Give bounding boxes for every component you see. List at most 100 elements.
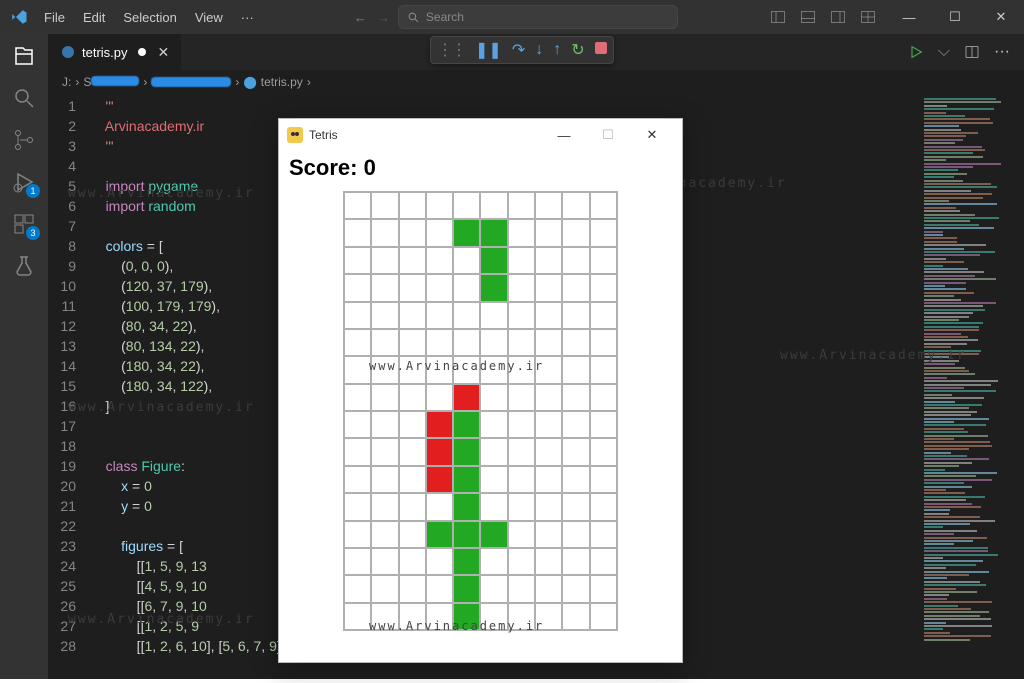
tetris-cell (453, 219, 480, 246)
command-search[interactable]: Search (398, 5, 678, 29)
breadcrumb-redacted (151, 77, 231, 87)
tetris-cell (344, 411, 371, 438)
tetris-app-icon (287, 127, 303, 143)
tetris-cell (344, 302, 371, 329)
explorer-icon[interactable] (10, 42, 38, 70)
tetris-cell (453, 548, 480, 575)
debug-step-over-icon[interactable]: ↷ (512, 40, 525, 60)
tetris-minimize[interactable]: — (542, 121, 586, 149)
window-close[interactable]: ✕ (978, 0, 1024, 34)
menu-selection[interactable]: Selection (115, 6, 184, 29)
tetris-cell (371, 466, 398, 493)
tetris-cell (508, 575, 535, 602)
tetris-cell (590, 274, 617, 301)
extensions-icon[interactable]: 3 (10, 210, 38, 238)
run-dropdown-icon[interactable]: ⌵ (938, 43, 950, 61)
breadcrumb-file: tetris.py (261, 75, 303, 89)
tetris-cell (371, 603, 398, 630)
search-icon-side[interactable] (10, 84, 38, 112)
testing-icon[interactable] (10, 252, 38, 280)
debug-drag-icon[interactable]: ⋮⋮ (437, 40, 465, 60)
tetris-cell (371, 247, 398, 274)
tetris-cell (508, 521, 535, 548)
tetris-cell (535, 411, 562, 438)
tetris-cell (562, 575, 589, 602)
layout-right-icon[interactable] (830, 9, 846, 25)
tetris-cell (453, 575, 480, 602)
tetris-cell (590, 575, 617, 602)
debug-toolbar[interactable]: ⋮⋮ ❚❚ ↷ ↓ ↑ ↻ (430, 36, 614, 64)
source-control-icon[interactable] (10, 126, 38, 154)
tetris-cell (344, 219, 371, 246)
nav-back-icon[interactable]: ← (354, 10, 367, 25)
search-placeholder: Search (426, 10, 464, 24)
tetris-cell (562, 548, 589, 575)
debug-pause-icon[interactable]: ❚❚ (475, 40, 502, 60)
tetris-cell (535, 603, 562, 630)
menu-view[interactable]: View (187, 6, 231, 29)
debug-restart-icon[interactable]: ↻ (571, 40, 584, 60)
tetris-window: Tetris — ☐ ✕ Score: 0 www.Arvinacademy.i… (278, 118, 683, 663)
tetris-cell (371, 575, 398, 602)
tab-close-icon[interactable]: ✕ (158, 44, 170, 61)
tetris-cell (590, 384, 617, 411)
tetris-cell (508, 466, 535, 493)
layout-grid-icon[interactable] (860, 9, 876, 25)
tetris-cell (508, 356, 535, 383)
debug-step-out-icon[interactable]: ↑ (553, 41, 561, 59)
tetris-cell (535, 302, 562, 329)
breadcrumb-drive: J: (62, 75, 71, 89)
tetris-cell (562, 356, 589, 383)
tetris-close[interactable]: ✕ (630, 121, 674, 149)
layout-left-icon[interactable] (770, 9, 786, 25)
ext-badge: 3 (26, 226, 40, 240)
split-editor-icon[interactable] (964, 44, 980, 60)
tetris-cell (562, 192, 589, 219)
tetris-cell (562, 274, 589, 301)
menu-edit[interactable]: Edit (75, 6, 113, 29)
tetris-cell (344, 493, 371, 520)
tetris-cell (508, 411, 535, 438)
tetris-titlebar[interactable]: Tetris — ☐ ✕ (279, 119, 682, 151)
tetris-cell (399, 603, 426, 630)
tetris-cell (480, 356, 507, 383)
editor-more-icon[interactable]: ··· (994, 43, 1010, 61)
menu-file[interactable]: File (36, 6, 73, 29)
tetris-cell (399, 438, 426, 465)
window-minimize[interactable]: — (886, 0, 932, 34)
tetris-cell (344, 384, 371, 411)
debug-icon[interactable]: 1 (10, 168, 38, 196)
nav-forward-icon[interactable]: → (377, 10, 390, 25)
tetris-cell (399, 521, 426, 548)
tetris-cell (535, 575, 562, 602)
tetris-cell (480, 302, 507, 329)
debug-step-into-icon[interactable]: ↓ (535, 41, 543, 59)
breadcrumb[interactable]: J: › S › › ⬤ tetris.py › (48, 70, 1024, 94)
tetris-maximize[interactable]: ☐ (586, 121, 630, 149)
tetris-cell (453, 438, 480, 465)
tetris-cell (371, 192, 398, 219)
window-maximize[interactable]: ☐ (932, 0, 978, 34)
tetris-cell (508, 247, 535, 274)
tetris-cell (426, 302, 453, 329)
tetris-cell (371, 329, 398, 356)
tetris-cell (344, 603, 371, 630)
tetris-cell (480, 466, 507, 493)
tetris-cell (371, 438, 398, 465)
breadcrumb-seg: S (83, 75, 139, 89)
tetris-cell (399, 219, 426, 246)
run-icon[interactable] (908, 44, 924, 60)
tetris-cell (508, 302, 535, 329)
layout-bottom-icon[interactable] (800, 9, 816, 25)
tetris-cell (535, 219, 562, 246)
minimap[interactable] (920, 94, 1024, 679)
tetris-cell (426, 493, 453, 520)
tab-label: tetris.py (82, 45, 128, 60)
debug-stop-icon[interactable] (595, 41, 607, 59)
menu-more[interactable]: ··· (233, 6, 262, 29)
search-icon (407, 11, 420, 24)
tetris-cell (480, 192, 507, 219)
tab-tetris[interactable]: tetris.py ✕ (48, 34, 182, 70)
tetris-cell (480, 493, 507, 520)
tetris-cell (344, 329, 371, 356)
